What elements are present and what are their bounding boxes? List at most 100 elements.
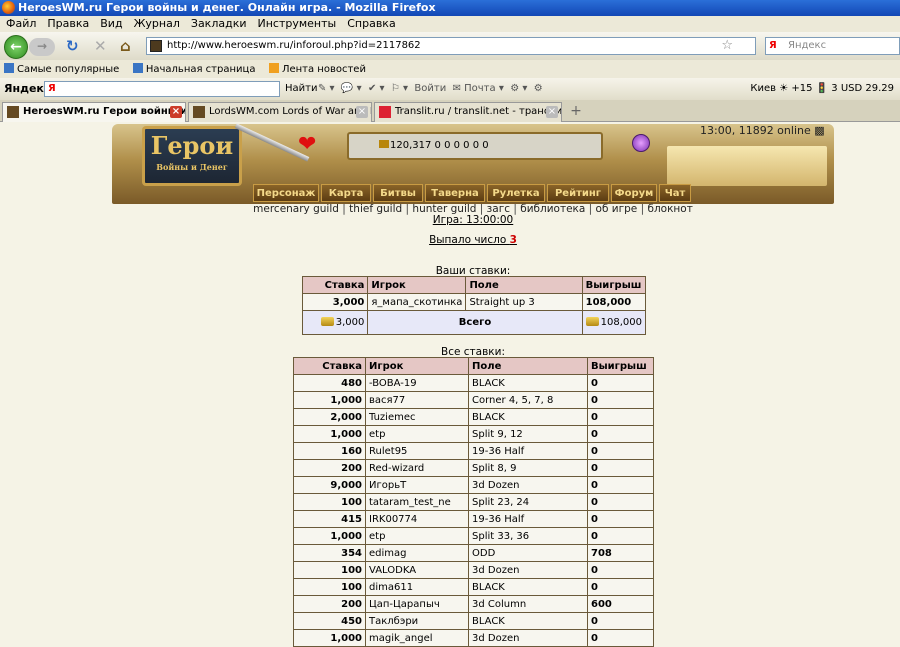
table-row: 100 dima611 BLACK 0 [293,578,654,596]
cell-field: 3d Column [468,595,588,613]
resources-values: 120,317 0 0 0 0 0 0 [390,140,489,151]
cell-field: 19-36 Half [468,510,588,528]
cell-win: 0 [587,425,654,443]
new-tab-button[interactable]: + [565,103,587,121]
table-row: 3,000 я_мапа_скотинка Straight up 3 108,… [301,293,647,311]
search-box[interactable]: Я Яндекс [765,37,900,55]
menu-character[interactable]: Персонаж [253,184,319,202]
cell-field: Split 33, 36 [468,527,588,545]
cell-win: 0 [587,578,654,596]
mana-orb-icon [632,134,650,152]
tab-lordswm[interactable]: LordsWM.com Lords of War and Money...× [188,102,372,122]
close-tab-icon[interactable]: × [546,106,558,118]
site-favicon [150,40,162,52]
winning-number: 3 [509,234,517,246]
window-title: HeroesWM.ru Герои войны и денег. Онлайн … [18,1,436,14]
all-bets-table: Ставка Игрок Поле Выигрыш 480 -BOBA-19 BLA… [293,357,654,647]
menu-bookmarks[interactable]: Закладки [191,17,247,30]
cell-field: BLACK [468,408,588,426]
close-tab-icon[interactable]: × [356,106,368,118]
menu-rating[interactable]: Рейтинг [547,184,609,202]
bookmark-start-page[interactable]: Начальная страница [132,63,255,75]
cell-field: 3d Dozen [468,476,588,494]
tab-translit[interactable]: Translit.ru / translit.net - транслитера… [374,102,562,122]
menu-view[interactable]: Вид [100,17,122,30]
cell-player: Таклбэри [365,612,469,630]
menu-bar: Файл Правка Вид Журнал Закладки Инструменты Сп… [0,16,900,32]
tab-bar: HeroesWM.ru Герои войны и де...× LordsWM… [0,100,900,122]
cell-win: 0 [587,374,654,392]
table-row: 1,000 вася77 Corner 4, 5, 7, 80 [293,391,654,409]
cell-player: VALODKA [365,561,469,579]
heroeswm-favicon [7,106,19,118]
back-button[interactable]: ← [4,35,28,59]
url-bar[interactable]: http://www.heroeswm.ru/inforoul.php?id=2… [146,37,756,55]
column-header: Ставка [301,276,369,294]
menu-map[interactable]: Карта [321,184,371,202]
bookmark-star-icon[interactable]: ☆ [721,38,733,54]
online-list-icon[interactable]: ▩ [814,124,824,137]
cell-player: Tuziemec [365,408,469,426]
cell-field: 19-36 Half [468,442,588,460]
yandex-mail-button[interactable]: Почта [464,83,496,94]
table-row: 160 Rulet95 19-36 Half 0 [293,442,654,460]
table-row: 415 IRK00774 19-36 Half 0 [293,510,654,528]
lordswm-favicon [193,106,205,118]
yandex-search-icon: Я [769,40,777,51]
cell-field: BLACK [468,578,588,596]
translit-favicon [379,106,391,118]
cell-win: 0 [587,442,654,460]
close-tab-icon[interactable]: × [170,106,182,118]
menu-battles[interactable]: Битвы [373,184,423,202]
cell-player: IRK00774 [365,510,469,528]
tab-heroeswm[interactable]: HeroesWM.ru Герои войны и де...× [2,102,186,122]
yandex-login-button[interactable]: Войти [414,83,446,94]
cell-bet: 1,000 [293,527,366,545]
cell-field: 3d Dozen [468,561,588,579]
stop-icon[interactable]: ✕ [94,37,107,55]
bookmark-news-feed[interactable]: Лента новостей [268,63,366,75]
cell-win: 0 [587,408,654,426]
column-header: Игрок [365,357,469,375]
column-header: Поле [465,276,583,294]
table-row: 1,000 magik_angel 3d Dozen 0 [293,629,654,647]
game-logo[interactable]: Герои Войны и Денег [142,126,242,186]
bookmark-icon [4,63,14,73]
my-bets-table: Ставка Игрок Поле Выигрыш 3,000 я_мапа_с… [301,276,647,335]
cell-player: etp [365,425,469,443]
column-header: Выигрыш [581,276,647,294]
menu-tavern[interactable]: Таверна [425,184,485,202]
menu-forum[interactable]: Форум [611,184,657,202]
yandex-info-widgets[interactable]: Киев ☀ +15 🚦 3 USD 29.29 [750,78,894,100]
home-icon[interactable]: ⌂ [120,37,131,55]
menu-help[interactable]: Справка [347,17,395,30]
yandex-find-button[interactable]: Найти [285,78,317,100]
bookmark-most-visited[interactable]: Самые популярные [4,63,119,75]
column-header: Поле [468,357,588,375]
gold-icon [320,317,334,326]
cell-bet: 1,000 [293,391,366,409]
page-icon [132,63,143,73]
cell-bet: 100 [293,578,366,596]
cell-player: вася77 [365,391,469,409]
menu-roulette[interactable]: Рулетка [487,184,545,202]
forward-button[interactable]: → [29,38,55,56]
menu-edit[interactable]: Правка [47,17,89,30]
roulette-result[interactable]: Выпало число 3 [0,234,900,246]
health-heart-icon: ❤ [298,132,317,157]
game-time-link[interactable]: Игра: 13:00:00 [0,214,900,226]
menu-chat[interactable]: Чат [659,184,691,202]
menu-history[interactable]: Журнал [134,17,180,30]
cell-win: 0 [587,612,654,630]
cell-player: ИгорьТ [365,476,469,494]
cell-win: 0 [587,493,654,511]
yandex-search-input[interactable]: Я [44,81,280,97]
reload-icon[interactable]: ↻ [66,37,79,55]
cell-win: 600 [587,595,654,613]
cell-bet: 450 [293,612,366,630]
menu-tools[interactable]: Инструменты [258,17,337,30]
menu-file[interactable]: Файл [6,17,36,30]
table-row: 200 Цап-Царапыч 3d Column 600 [293,595,654,613]
yandex-toolbar-icons[interactable]: ✎ ▾ 💬 ▾ ✔ ▾ ⚐ ▾ Войти ✉ Почта ▾ ⚙ ▾ ⚙ [318,78,543,100]
cell-bet: 415 [293,510,366,528]
